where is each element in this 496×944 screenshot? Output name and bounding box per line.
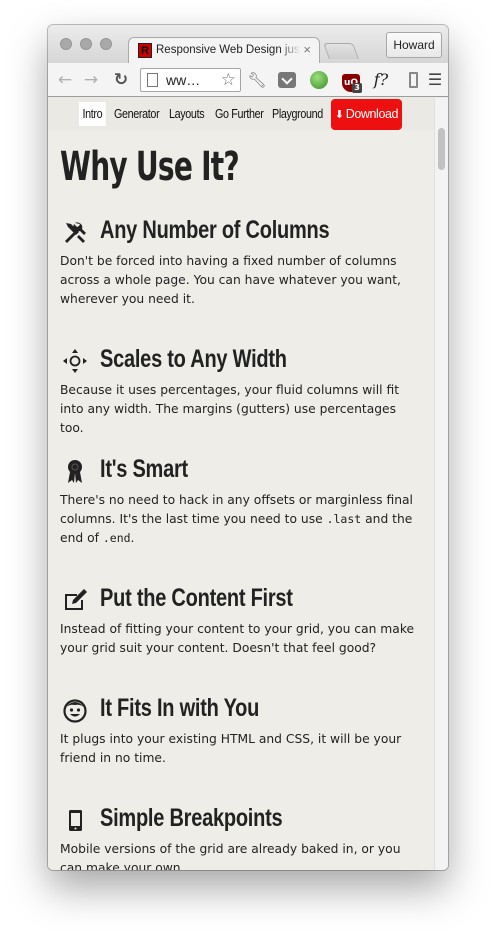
- star-icon[interactable]: ☆: [221, 70, 236, 90]
- code-last: .last: [326, 512, 362, 526]
- tools-icon: [65, 222, 86, 243]
- ublock-badge: 3: [352, 83, 362, 93]
- section-body: There's no need to hack in any offsets o…: [60, 493, 413, 545]
- edit-icon: [65, 589, 87, 610]
- nav-playground[interactable]: Playground: [272, 102, 323, 126]
- favicon-icon: R: [138, 43, 152, 58]
- mobile-icon: [69, 810, 82, 831]
- page-title: Why Use It?: [60, 144, 240, 190]
- url-text: ww…: [166, 72, 201, 88]
- address-bar[interactable]: ww… ☆: [140, 68, 241, 92]
- extension-icon[interactable]: [402, 69, 424, 91]
- code-end: .end: [102, 531, 131, 545]
- profile-button[interactable]: Howard: [386, 32, 442, 58]
- section-body: Because it uses percentages, your fluid …: [60, 383, 400, 435]
- section-body: Instead of fitting your content to your …: [60, 622, 415, 655]
- back-icon[interactable]: ←: [54, 69, 76, 91]
- ribbon-icon: [68, 460, 82, 483]
- download-button[interactable]: ⬇ Download: [331, 99, 402, 130]
- smiley-icon: [63, 699, 87, 723]
- pocket-icon[interactable]: [276, 69, 298, 91]
- nav-generator[interactable]: Generator: [114, 102, 160, 126]
- globe-icon[interactable]: [308, 69, 330, 91]
- new-tab-button[interactable]: [323, 43, 359, 59]
- browser-toolbar: ← → ↻ ww… ☆ 🔧︎ uO 3 f? ☰: [48, 63, 448, 97]
- browser-tab[interactable]: R Responsive Web Design just ×: [128, 37, 320, 63]
- section-body: Don't be forced into having a fixed numb…: [60, 254, 401, 306]
- section-title: Scales to Any Width: [100, 345, 287, 373]
- section-body: Mobile versions of the grid are already …: [60, 842, 401, 870]
- nav-go-further[interactable]: Go Further: [215, 102, 264, 126]
- nav-intro[interactable]: Intro: [79, 102, 106, 126]
- section-title: Any Number of Columns: [100, 216, 330, 244]
- forward-icon[interactable]: →: [80, 69, 102, 91]
- section-title: Put the Content First: [100, 584, 293, 612]
- resize-icon: [63, 349, 87, 373]
- tab-close-icon[interactable]: ×: [303, 42, 311, 57]
- scroll-thumb[interactable]: [438, 128, 445, 170]
- tab-bar: R Responsive Web Design just × Howard: [48, 25, 448, 63]
- menu-icon[interactable]: ☰: [424, 69, 446, 91]
- font-icon[interactable]: f?: [370, 69, 392, 91]
- ublock-icon[interactable]: uO 3: [340, 69, 362, 93]
- zoom-window-button[interactable]: [100, 38, 112, 50]
- browser-window: R Responsive Web Design just × Howard ← …: [48, 25, 448, 870]
- section-body: It plugs into your existing HTML and CSS…: [60, 732, 402, 765]
- close-window-button[interactable]: [60, 38, 72, 50]
- nav-layouts[interactable]: Layouts: [169, 102, 205, 126]
- site-nav: Intro Generator Layouts Go Further Playg…: [48, 98, 434, 130]
- section-title: It Fits In with You: [100, 694, 260, 722]
- download-icon: ⬇: [334, 109, 344, 121]
- download-label: Download: [345, 107, 399, 121]
- section-title: Simple Breakpoints: [100, 804, 283, 832]
- scrollbar[interactable]: [434, 98, 448, 870]
- reload-icon[interactable]: ↻: [110, 69, 132, 91]
- page-viewport: Intro Generator Layouts Go Further Playg…: [48, 98, 448, 870]
- tab-title: Responsive Web Design just: [156, 44, 301, 56]
- wrench-icon[interactable]: 🔧︎: [246, 69, 268, 91]
- section-title: It's Smart: [100, 455, 188, 483]
- page-icon: [147, 73, 158, 87]
- minimize-window-button[interactable]: [80, 38, 92, 50]
